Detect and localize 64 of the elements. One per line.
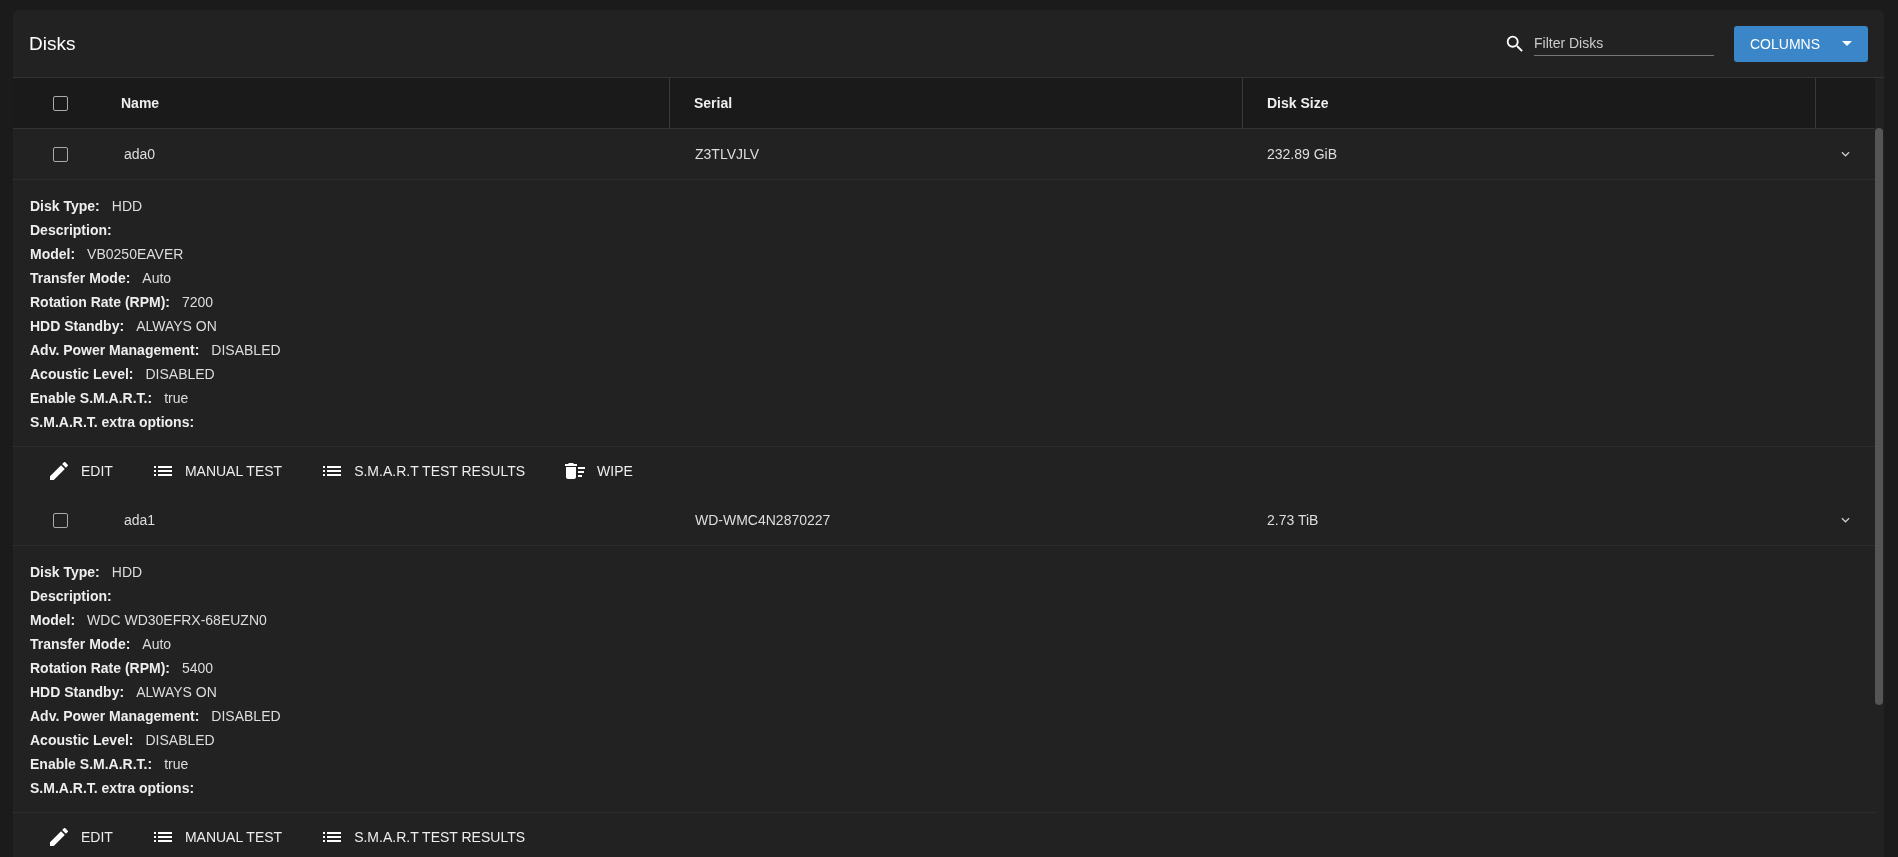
page-title: Disks bbox=[29, 32, 76, 55]
detail-value: 7200 bbox=[182, 294, 214, 310]
detail-value: HDD bbox=[111, 564, 143, 580]
detail-value: WDC WD30EFRX-68EUZN0 bbox=[87, 612, 267, 628]
detail-value: true bbox=[164, 756, 189, 772]
detail-label: Model: bbox=[30, 612, 76, 628]
detail-label: HDD Standby: bbox=[30, 684, 125, 700]
detail-value: DISABLED bbox=[145, 366, 215, 382]
detail-value: VB0250EAVER bbox=[87, 246, 184, 262]
filter-field[interactable]: Filter Disks bbox=[1534, 31, 1714, 56]
detail-label: Rotation Rate (RPM): bbox=[30, 294, 170, 310]
detail-label: Rotation Rate (RPM): bbox=[30, 660, 170, 676]
column-header[interactable]: Disk Size bbox=[1267, 95, 1329, 111]
select-all-checkbox[interactable] bbox=[52, 95, 68, 111]
detail-label: Model: bbox=[30, 246, 76, 262]
detail-value: DISABLED bbox=[211, 342, 281, 358]
detail-label: Adv. Power Management: bbox=[30, 342, 200, 358]
table-cell: Z3TLVJLV bbox=[695, 146, 760, 162]
detail-label: Enable S.M.A.R.T.: bbox=[30, 756, 153, 772]
detail-value: Auto bbox=[142, 636, 172, 652]
edit-action-button[interactable]: EDIT bbox=[47, 825, 113, 849]
row-checkbox[interactable] bbox=[52, 512, 68, 528]
pencil-icon bbox=[47, 459, 71, 483]
chevron-icon[interactable] bbox=[1841, 517, 1850, 523]
detail-label: Acoustic Level: bbox=[30, 366, 134, 382]
table-cell: 2.73 TiB bbox=[1267, 512, 1319, 528]
pencil-icon bbox=[47, 825, 71, 849]
list-action-button[interactable]: S.M.A.R.T TEST RESULTS bbox=[320, 459, 526, 483]
list-action-button[interactable]: MANUAL TEST bbox=[150, 459, 283, 483]
detail-label: S.M.A.R.T. extra options: bbox=[30, 780, 195, 796]
list-action-button[interactable]: S.M.A.R.T TEST RESULTS bbox=[320, 825, 526, 849]
detail-value: Auto bbox=[142, 270, 172, 286]
detail-label: Disk Type: bbox=[30, 198, 100, 214]
detail-label: HDD Standby: bbox=[30, 318, 125, 334]
column-header[interactable]: Serial bbox=[694, 95, 733, 111]
detail-label: Description: bbox=[30, 222, 112, 238]
detail-label: Transfer Mode: bbox=[30, 270, 131, 286]
detail-label: Description: bbox=[30, 588, 112, 604]
detail-label: Acoustic Level: bbox=[30, 732, 134, 748]
table-cell: WD-WMC4N2870227 bbox=[695, 512, 831, 528]
edit-action-button[interactable]: EDIT bbox=[47, 459, 113, 483]
table-cell: ada0 bbox=[124, 146, 156, 162]
detail-value: 5400 bbox=[182, 660, 214, 676]
caret-icon bbox=[1842, 41, 1852, 46]
chevron-icon[interactable] bbox=[1841, 151, 1850, 157]
column-header[interactable]: Name bbox=[121, 95, 160, 111]
table-cell: 232.89 GiB bbox=[1267, 146, 1338, 162]
detail-value: DISABLED bbox=[211, 708, 281, 724]
list-action-button[interactable]: MANUAL TEST bbox=[150, 825, 283, 849]
table-cell: ada1 bbox=[124, 512, 156, 528]
columns-button[interactable]: COLUMNS bbox=[1734, 25, 1868, 62]
row-checkbox[interactable] bbox=[52, 146, 68, 162]
detail-value: HDD bbox=[111, 198, 143, 214]
detail-value: ALWAYS ON bbox=[136, 318, 217, 334]
scrollbar-thumb[interactable] bbox=[1875, 128, 1883, 705]
detail-value: true bbox=[164, 390, 189, 406]
detail-label: Enable S.M.A.R.T.: bbox=[30, 390, 153, 406]
detail-label: Disk Type: bbox=[30, 564, 100, 580]
wipe-action-button[interactable]: WIPE bbox=[563, 459, 633, 483]
detail-value: DISABLED bbox=[145, 732, 215, 748]
detail-value: ALWAYS ON bbox=[136, 684, 217, 700]
detail-label: Adv. Power Management: bbox=[30, 708, 200, 724]
detail-label: Transfer Mode: bbox=[30, 636, 131, 652]
detail-label: S.M.A.R.T. extra options: bbox=[30, 414, 195, 430]
